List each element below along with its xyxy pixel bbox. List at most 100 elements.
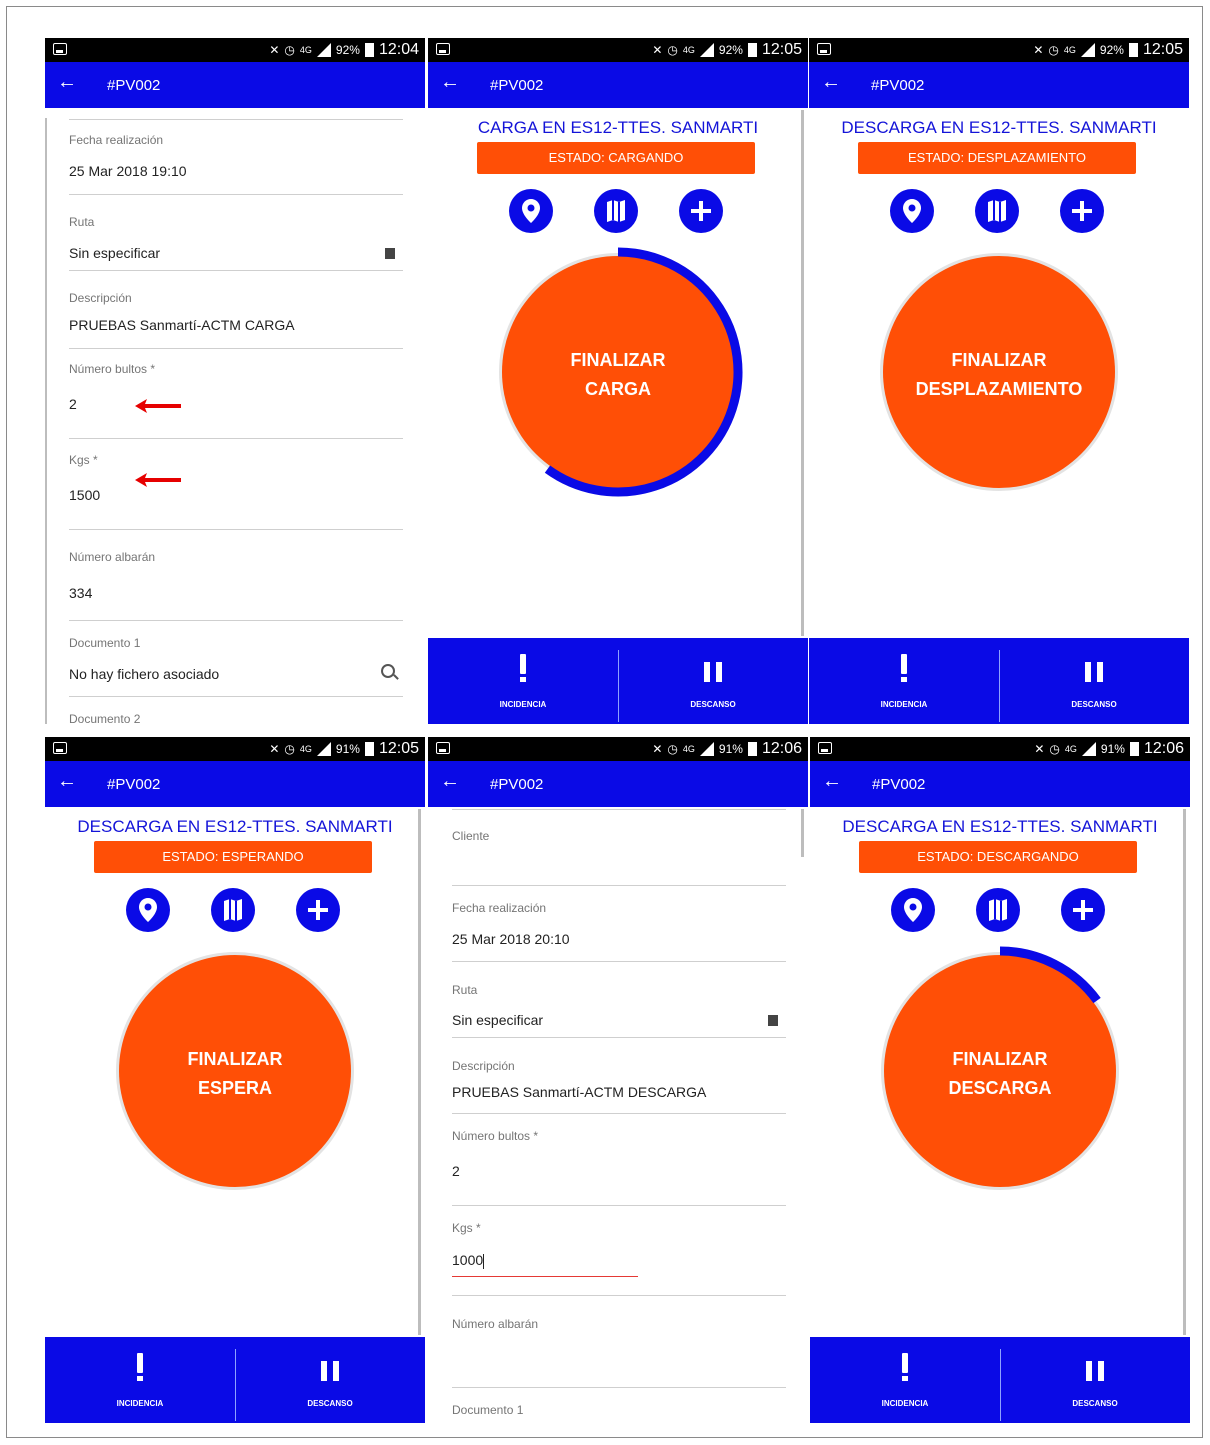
add-button[interactable] (1061, 888, 1105, 932)
status-bar: ✕ ◷ 4G 91% 12:06 (428, 737, 808, 761)
albaran-field[interactable]: Número albarán (452, 1315, 786, 1388)
incidencia-label: INCIDENCIA (880, 700, 928, 709)
app-bar-title: #PV002 (107, 776, 161, 793)
bottom-bar: INCIDENCIA DESCANSO (428, 638, 808, 724)
map-button[interactable] (975, 189, 1019, 233)
incidencia-button[interactable]: INCIDENCIA (810, 1337, 1000, 1423)
kgs-input[interactable]: 1000 (452, 1252, 485, 1269)
network-type: 4G (682, 44, 695, 55)
search-icon[interactable] (381, 664, 395, 678)
location-pin-icon (139, 898, 157, 922)
descanso-button[interactable]: DESCANSO (999, 638, 1189, 724)
descanso-button[interactable]: DESCANSO (235, 1337, 425, 1423)
descripcion-field[interactable]: Descripción PRUEBAS Sanmartí-ACTM CARGA (69, 288, 403, 349)
bottom-bar: INCIDENCIA DESCANSO (45, 1337, 425, 1423)
exclamation-icon (137, 1353, 143, 1381)
documento2-field[interactable]: Documento 2 (69, 710, 403, 724)
kgs-field[interactable]: Kgs * 1500 (69, 451, 403, 530)
add-icon (691, 201, 711, 221)
bultos-value: 2 (69, 396, 77, 412)
finalize-line1: FINALIZAR (187, 1049, 283, 1069)
bultos-field[interactable]: Número bultos * 2 (69, 360, 403, 439)
finalize-button[interactable]: FINALIZAR DESPLAZAMIENTO (883, 256, 1115, 488)
battery-icon (1128, 43, 1138, 57)
divider (69, 118, 403, 120)
finalize-line2: DESPLAZAMIENTO (915, 379, 1083, 399)
albaran-field[interactable]: Número albarán 334 (69, 548, 403, 621)
app-bar: ← #PV002 (428, 761, 808, 807)
scrollbar[interactable] (418, 809, 421, 1335)
back-arrow-icon[interactable]: ← (57, 72, 77, 92)
add-button[interactable] (296, 888, 340, 932)
kgs-field[interactable]: Kgs * 1000 (452, 1219, 786, 1296)
app-bar-title: #PV002 (871, 77, 925, 94)
mute-icon: ✕ (269, 43, 280, 57)
location-button[interactable] (126, 888, 170, 932)
operation-title: DESCARGA EN ES12-TTES. SANMARTI (841, 118, 1157, 137)
battery-percent: 92% (1099, 43, 1124, 57)
back-arrow-icon[interactable]: ← (440, 72, 460, 92)
documento1-label: Documento 1 (452, 1403, 524, 1417)
alarm-icon: ◷ (284, 43, 295, 57)
back-arrow-icon[interactable]: ← (821, 72, 841, 92)
map-button[interactable] (211, 888, 255, 932)
scrollbar[interactable] (801, 110, 804, 636)
status-bar: ✕ ◷ 4G 91% 12:05 (45, 737, 425, 761)
map-icon (224, 899, 242, 921)
back-arrow-icon[interactable]: ← (440, 771, 460, 791)
documento1-field[interactable]: Documento 1 (452, 1401, 786, 1423)
red-arrow-annotation (135, 399, 181, 413)
ruta-value: Sin especificar (452, 1012, 544, 1028)
incidencia-button[interactable]: INCIDENCIA (809, 638, 999, 724)
screen-form-descarga: ✕ ◷ 4G 91% 12:06 ← #PV002 Cliente Fecha … (428, 737, 808, 1437)
network-type: 4G (299, 743, 312, 754)
scrollbar[interactable] (801, 809, 804, 857)
finalize-line1: FINALIZAR (951, 350, 1047, 370)
finalize-line2: ESPERA (197, 1078, 273, 1098)
cliente-field[interactable]: Cliente (452, 825, 786, 886)
app-bar-title: #PV002 (490, 776, 544, 793)
incidencia-button[interactable]: INCIDENCIA (428, 638, 618, 724)
location-button[interactable] (891, 888, 935, 932)
ruta-field[interactable]: Ruta Sin especificar (69, 210, 403, 271)
status-bar: ✕ ◷ 4G 92% 12:04 (45, 38, 425, 62)
ruta-field[interactable]: Ruta Sin especificar (452, 979, 786, 1038)
signal-icon (316, 43, 331, 57)
descripcion-value: PRUEBAS Sanmartí-ACTM CARGA (69, 317, 295, 333)
incidencia-button[interactable]: INCIDENCIA (45, 1337, 235, 1423)
map-icon[interactable] (768, 1013, 778, 1029)
map-icon[interactable] (385, 246, 395, 262)
bultos-field[interactable]: Número bultos * 2 (452, 1127, 786, 1206)
scrollbar[interactable] (1183, 809, 1186, 1335)
alarm-icon: ◷ (667, 742, 678, 756)
add-icon (1073, 900, 1093, 920)
finalize-button[interactable]: FINALIZAR ESPERA (119, 955, 351, 1187)
add-button[interactable] (1060, 189, 1104, 233)
mute-icon: ✕ (1033, 43, 1044, 57)
descripcion-field[interactable]: Descripción PRUEBAS Sanmartí-ACTM DESCAR… (452, 1055, 786, 1114)
map-button[interactable] (594, 189, 638, 233)
back-arrow-icon[interactable]: ← (822, 771, 842, 791)
add-icon (1072, 201, 1092, 221)
back-arrow-icon[interactable]: ← (57, 771, 77, 791)
fecha-field[interactable]: Fecha realización 25 Mar 2018 19:10 (69, 128, 403, 195)
kgs-label: Kgs * (69, 453, 98, 467)
location-button[interactable] (509, 189, 553, 233)
albaran-label: Número albarán (452, 1317, 539, 1331)
descanso-button[interactable]: DESCANSO (1000, 1337, 1190, 1423)
bottom-bar: INCIDENCIA DESCANSO (809, 638, 1189, 724)
pause-icon (1086, 1361, 1104, 1381)
albaran-label: Número albarán (69, 550, 156, 564)
add-icon (308, 900, 328, 920)
location-button[interactable] (890, 189, 934, 233)
battery-percent: 92% (335, 43, 360, 57)
map-button[interactable] (976, 888, 1020, 932)
signal-icon (1080, 43, 1095, 57)
status-badge: ESTADO: ESPERANDO (94, 841, 372, 873)
documento1-value: No hay fichero asociado (69, 666, 220, 682)
documento1-field[interactable]: Documento 1 No hay fichero asociado (69, 634, 403, 697)
fecha-field[interactable]: Fecha realización 25 Mar 2018 20:10 (452, 897, 786, 962)
descanso-button[interactable]: DESCANSO (618, 638, 808, 724)
add-button[interactable] (679, 189, 723, 233)
screen-carga: ✕ ◷ 4G 92% 12:05 ← #PV002 CARGA EN ES12-… (428, 38, 808, 724)
